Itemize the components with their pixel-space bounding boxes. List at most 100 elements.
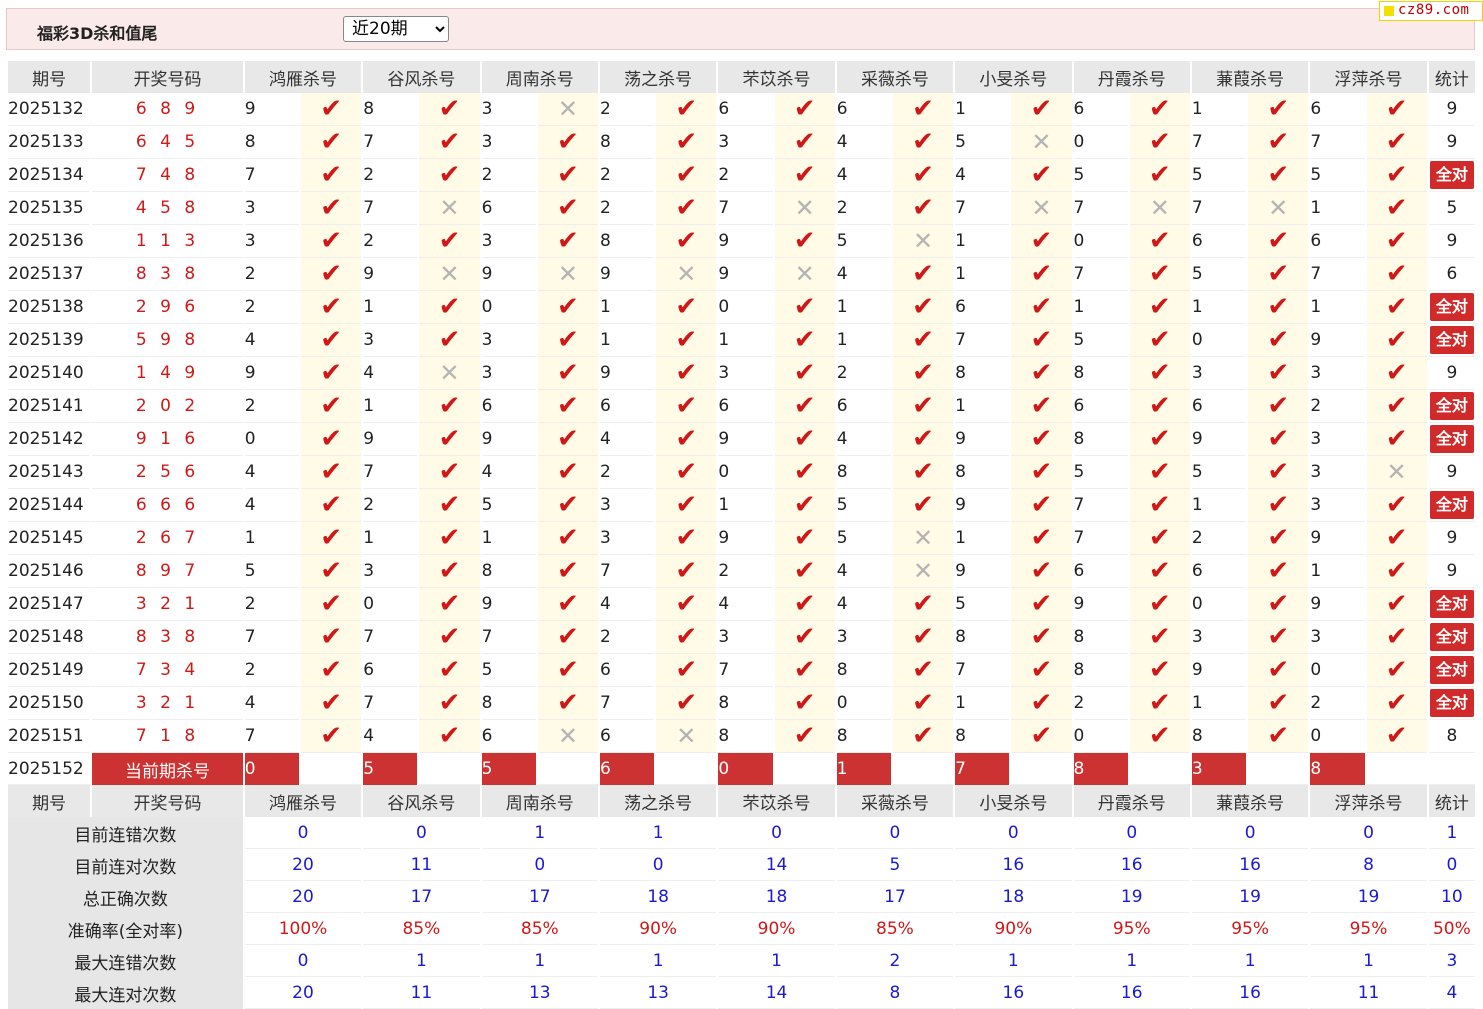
draw-number-cell: 7 1 8 <box>92 720 243 753</box>
kill-number-cell: 7 <box>363 126 418 159</box>
header-expert: 鸿雁杀号 <box>244 785 362 817</box>
header-expert: 鸿雁杀号 <box>244 61 362 93</box>
kill-number-cell: 3 <box>1310 456 1365 489</box>
check-mark-icon: ✔ <box>793 292 816 322</box>
kill-number-cell: 1 <box>1073 291 1128 324</box>
kill-number-cell: 4 <box>718 588 773 621</box>
check-mark-icon: ✔ <box>1148 589 1171 619</box>
result-cell: ✔ <box>656 159 717 192</box>
kill-number-cell: 1 <box>718 324 773 357</box>
kill-number-cell: 3 <box>1310 489 1365 522</box>
kill-number-cell: 9 <box>599 357 655 390</box>
result-cell: ✔ <box>1011 687 1072 720</box>
summary-value: 1 <box>1310 945 1427 977</box>
summary-value: 20 <box>244 881 362 913</box>
kill-number-cell: 4 <box>955 159 1010 192</box>
check-mark-icon: ✔ <box>1148 622 1171 652</box>
summary-value: 17 <box>481 881 598 913</box>
check-mark-icon: ✔ <box>675 94 698 124</box>
kill-number-cell: 7 <box>363 456 418 489</box>
all-correct-badge: 全对 <box>1429 689 1474 717</box>
period-range-select[interactable]: 近20期 <box>343 16 449 42</box>
result-cell: ✔ <box>300 489 362 522</box>
stat-cell: 全对 <box>1428 489 1475 522</box>
result-cell: ✕ <box>656 258 717 291</box>
stat-cell: 9 <box>1428 93 1475 126</box>
kill-number-cell: 6 <box>481 390 536 423</box>
result-cell: ✔ <box>774 423 835 456</box>
header-period: 期号 <box>8 61 91 93</box>
kill-number-cell: 9 <box>363 258 418 291</box>
check-mark-icon: ✔ <box>320 523 342 553</box>
table-row: 2025142 9 1 6 0 ✔ 9 ✔ 9 ✔ 4 ✔ 9 ✔ 4 ✔ 9 ✔ 8 ✔ 9 ✔ 3 ✔ 全对 <box>8 423 1475 456</box>
period-cell: 2025152 <box>8 753 91 785</box>
check-mark-icon: ✔ <box>1385 325 1408 355</box>
check-mark-icon: ✔ <box>438 226 461 256</box>
summary-row: 总正确次数 20 17 17 18 18 17 18 19 19 19 10 <box>8 881 1475 913</box>
check-mark-icon: ✔ <box>1267 325 1290 355</box>
check-mark-icon: ✔ <box>793 391 816 421</box>
result-cell: ✔ <box>537 588 598 621</box>
check-mark-icon: ✔ <box>675 160 698 190</box>
blank-cell <box>1129 753 1190 785</box>
result-cell: ✔ <box>1366 324 1427 357</box>
kill-number-cell: 3 <box>481 324 536 357</box>
table-row: 2025149 7 3 4 2 ✔ 6 ✔ 5 ✔ 6 ✔ 7 ✔ 8 ✔ 7 ✔ 8 ✔ 9 ✔ 0 ✔ 全对 <box>8 654 1475 687</box>
check-mark-icon: ✔ <box>1148 160 1171 190</box>
result-cell: ✔ <box>892 456 954 489</box>
kill-number-cell: 7 <box>1191 192 1247 225</box>
summary-value: 14 <box>718 977 835 1009</box>
result-cell: ✔ <box>300 687 362 720</box>
kill-number-cell: 1 <box>836 324 891 357</box>
summary-value: 95% <box>1310 913 1427 945</box>
kill-number-cell: 8 <box>1073 357 1128 390</box>
blank-cell <box>1366 753 1427 785</box>
site-logo[interactable]: cz89.com <box>1379 1 1483 21</box>
summary-value: 8 <box>836 977 954 1009</box>
kill-number-cell: 3 <box>718 126 773 159</box>
check-mark-icon: ✔ <box>1148 523 1171 553</box>
summary-row: 目前连对次数 20 11 0 0 14 5 16 16 16 8 0 <box>8 849 1475 881</box>
top-bar: 福彩3D杀和值尾 近20期 <box>6 8 1475 50</box>
result-cell: ✔ <box>1366 654 1427 687</box>
result-cell: ✔ <box>419 522 480 555</box>
kill-number-cell: 7 <box>1073 192 1128 225</box>
header-expert: 浮萍杀号 <box>1310 785 1427 817</box>
current-kill-number: 7 <box>955 753 1010 785</box>
stat-cell: 6 <box>1428 258 1475 291</box>
kill-number-cell: 5 <box>1191 159 1247 192</box>
kill-number-cell: 1 <box>363 390 418 423</box>
kill-number-cell: 9 <box>244 357 299 390</box>
check-mark-icon: ✔ <box>1148 259 1171 289</box>
period-cell: 2025147 <box>8 588 91 621</box>
table-row: 2025145 2 6 7 1 ✔ 1 ✔ 1 ✔ 3 ✔ 9 ✔ 5 ✕ 1 ✔ 7 ✔ 2 ✔ 9 ✔ 9 <box>8 522 1475 555</box>
result-cell: ✔ <box>1129 225 1190 258</box>
draw-number-cell: 7 4 8 <box>92 159 243 192</box>
kill-number-cell: 5 <box>481 654 536 687</box>
check-mark-icon: ✔ <box>1267 424 1290 454</box>
result-cell: ✕ <box>419 258 480 291</box>
result-cell: ✔ <box>1248 588 1309 621</box>
check-mark-icon: ✔ <box>675 490 698 520</box>
kill-number-cell: 4 <box>599 588 655 621</box>
kill-number-cell: 4 <box>481 456 536 489</box>
check-mark-icon: ✔ <box>912 622 934 652</box>
kill-number-cell: 1 <box>363 291 418 324</box>
kill-number-cell: 6 <box>599 720 655 753</box>
draw-number-cell: 7 3 4 <box>92 654 243 687</box>
check-mark-icon: ✔ <box>1267 523 1290 553</box>
check-mark-icon: ✔ <box>1148 424 1171 454</box>
check-mark-icon: ✔ <box>1267 127 1290 157</box>
period-cell: 2025146 <box>8 555 91 588</box>
result-cell: ✔ <box>1366 423 1427 456</box>
result-cell: ✔ <box>300 192 362 225</box>
result-cell: ✔ <box>1248 225 1309 258</box>
kill-number-cell: 9 <box>955 489 1010 522</box>
summary-value: 17 <box>363 881 480 913</box>
check-mark-icon: ✔ <box>320 292 342 322</box>
table-row: 2025144 6 6 6 4 ✔ 2 ✔ 5 ✔ 3 ✔ 1 ✔ 5 ✔ 9 ✔ 7 ✔ 1 ✔ 3 ✔ 全对 <box>8 489 1475 522</box>
check-mark-icon: ✔ <box>1267 721 1290 751</box>
result-cell: ✔ <box>1366 522 1427 555</box>
result-cell: ✔ <box>1366 390 1427 423</box>
result-cell: ✔ <box>656 390 717 423</box>
